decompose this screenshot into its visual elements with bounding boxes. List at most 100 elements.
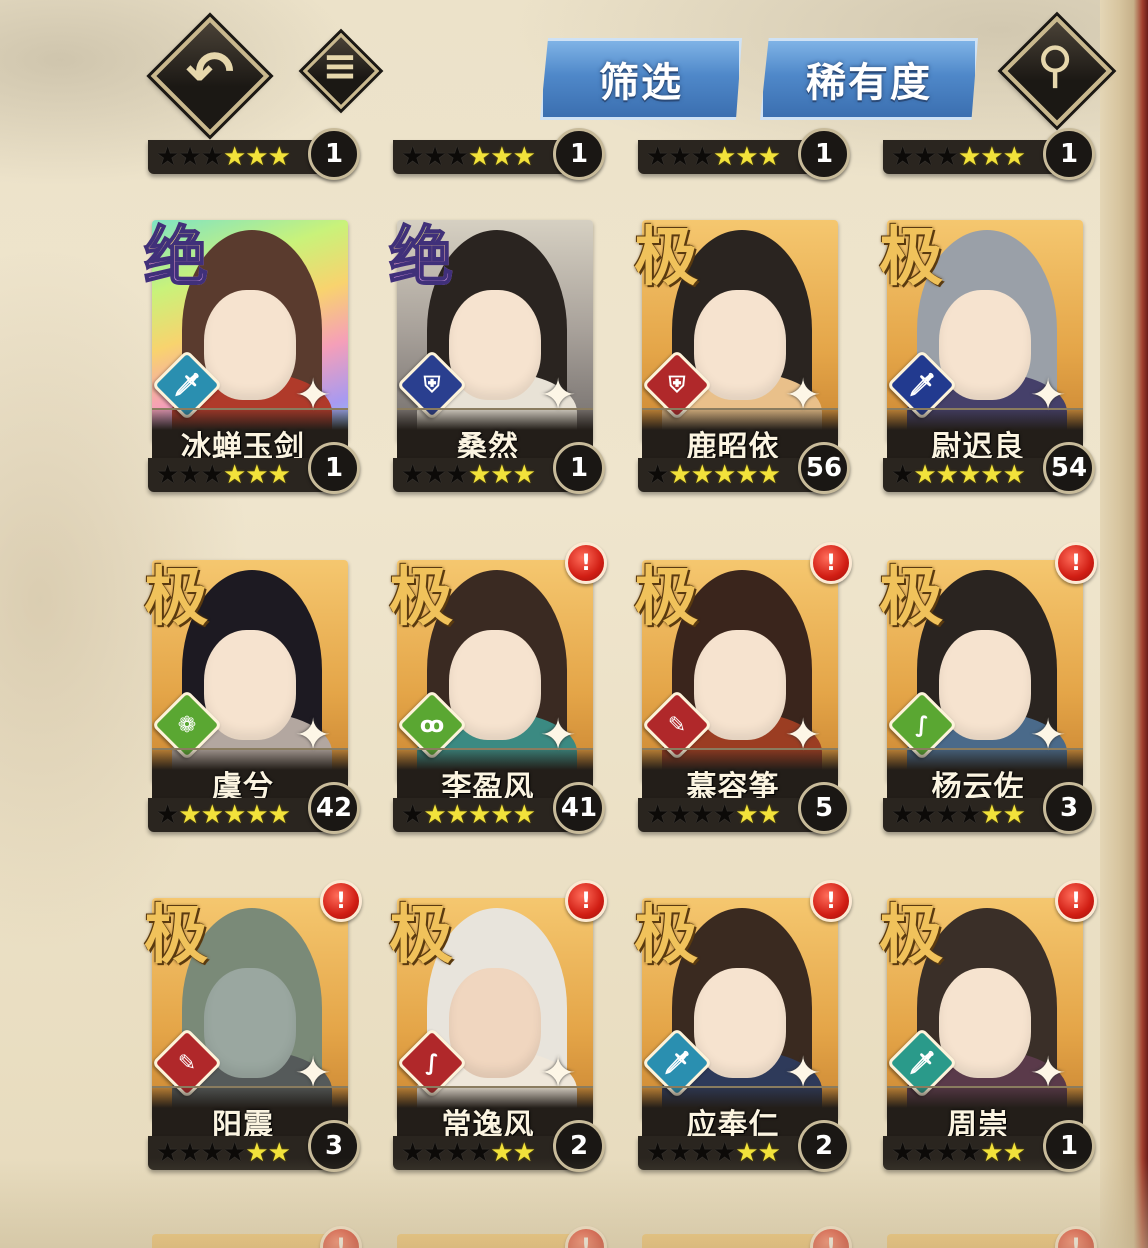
- class-glyph: 🗡: [663, 1050, 691, 1076]
- rarity-mark: 极: [879, 220, 943, 295]
- level-badge: 1: [308, 442, 360, 494]
- rarity-mark: 绝: [388, 206, 454, 298]
- level-badge: 3: [1043, 782, 1095, 834]
- star-icon: ★: [245, 142, 269, 172]
- rarity-mark: 极: [634, 898, 698, 973]
- star-icon: ★: [668, 800, 692, 830]
- hero-card[interactable]: ✦ 🗡 极周崇 ★ ★ ★ ★ ★ ★ 1!: [879, 880, 1097, 1190]
- class-glyph: ꝏ: [419, 712, 445, 738]
- star-icon: ★: [757, 142, 781, 172]
- star-icon: ★: [646, 800, 670, 830]
- hero-card-partial[interactable]: ★ ★ ★ ★ ★ ★ 1: [393, 128, 605, 200]
- star-icon: ★: [423, 460, 447, 490]
- hero-card[interactable]: ✦ 🗡 极应奉仁 ★ ★ ★ ★ ★ ★ 2!: [634, 880, 852, 1190]
- star-icon: ★: [891, 142, 915, 172]
- star-icon: ★: [668, 460, 692, 490]
- star-icon: ★: [712, 460, 737, 490]
- hero-star-rating: ★ ★ ★ ★ ★ ★: [638, 458, 824, 492]
- star-icon: ★: [222, 460, 247, 490]
- star-icon: ★: [891, 800, 915, 830]
- hero-card[interactable]: ✦ ꝏ 极李盈风 ★ ★ ★ ★ ★ ★ 41!: [389, 542, 607, 852]
- alert-icon: !: [1055, 542, 1097, 584]
- star-icon: ★: [178, 800, 202, 830]
- star-icon: ★: [980, 460, 1004, 490]
- star-icon: ★: [735, 800, 759, 830]
- hero-grid: ★ ★ ★ ★ ★ ★ 1 ★ ★ ★ ★ ★ ★ 1 ★ ★ ★ ★ ★ ★ 1 ★ ★ ★ ★ ★ ★ 1 ✦ 🗡 绝冰蝉玉剑 ★ ★ ★ ★ ★…: [0, 0, 1148, 1248]
- star-icon: ★: [245, 800, 269, 830]
- star-icon: ★: [935, 142, 959, 172]
- partial-star-rating: ★ ★ ★ ★ ★ ★: [883, 140, 1069, 174]
- star-icon: ★: [267, 142, 291, 172]
- level-badge: 1: [798, 128, 850, 180]
- class-glyph: ✎: [177, 1050, 197, 1076]
- star-icon: ★: [156, 800, 180, 830]
- hero-card[interactable]: ✦ ✎ 极阳震 ★ ★ ★ ★ ★ ★ 3!: [144, 880, 362, 1190]
- hero-card-partial[interactable]: ★ ★ ★ ★ ★ ★ 1: [638, 128, 850, 200]
- star-icon: ★: [980, 800, 1004, 830]
- star-icon: ★: [178, 460, 202, 490]
- star-icon: ★: [646, 142, 670, 172]
- level-badge: 54: [1043, 442, 1095, 494]
- alert-icon: !: [565, 542, 607, 584]
- star-icon: ★: [913, 142, 937, 172]
- partial-star-rating: ★ ★ ★ ★ ★ ★: [638, 140, 824, 174]
- star-icon: ★: [1002, 142, 1026, 172]
- star-icon: ★: [735, 142, 759, 172]
- star-icon: ★: [512, 460, 536, 490]
- star-icon: ★: [222, 142, 247, 172]
- star-icon: ★: [690, 800, 714, 830]
- level-badge: 1: [308, 128, 360, 180]
- hero-star-rating: ★ ★ ★ ★ ★ ★: [883, 798, 1069, 832]
- star-icon: ★: [445, 142, 469, 172]
- hero-star-rating: ★ ★ ★ ★ ★ ★: [883, 458, 1069, 492]
- alert-icon: !: [810, 542, 852, 584]
- star-icon: ★: [467, 142, 492, 172]
- star-icon: ★: [245, 460, 269, 490]
- star-icon: ★: [401, 460, 425, 490]
- star-icon: ★: [423, 142, 447, 172]
- rarity-mark: 极: [634, 220, 698, 295]
- star-icon: ★: [423, 800, 447, 830]
- alert-icon: !: [810, 880, 852, 922]
- hero-card[interactable]: ✦ ∫ 极杨云佐 ★ ★ ★ ★ ★ ★ 3!: [879, 542, 1097, 852]
- class-glyph: 🗡: [908, 372, 936, 398]
- star-icon: ★: [512, 800, 536, 830]
- level-badge: 1: [1043, 128, 1095, 180]
- hero-card[interactable]: ✦ ⛨ 绝桑然 ★ ★ ★ ★ ★ ★ 1: [388, 212, 605, 512]
- star-icon: ★: [467, 460, 492, 490]
- star-icon: ★: [178, 142, 202, 172]
- rarity-mark: 极: [144, 560, 208, 635]
- star-icon: ★: [200, 800, 224, 830]
- hero-card[interactable]: ✦ 🗡 极尉迟良 ★ ★ ★ ★ ★ ★ 54: [879, 212, 1095, 512]
- star-icon: ★: [712, 142, 737, 172]
- hero-card-partial[interactable]: ★ ★ ★ ★ ★ ★ 1: [883, 128, 1095, 200]
- hero-card[interactable]: ✦ 🗡 绝冰蝉玉剑 ★ ★ ★ ★ ★ ★ 1: [143, 212, 360, 512]
- class-glyph: ∫: [915, 712, 929, 738]
- hero-card[interactable]: ✦ ⛨ 极鹿昭依 ★ ★ ★ ★ ★ ★ 56: [634, 212, 850, 512]
- star-icon: ★: [690, 142, 714, 172]
- hero-card[interactable]: ✦ ❁ 极虞兮 ★ ★ ★ ★ ★ ★ 42: [144, 552, 360, 852]
- hero-card[interactable]: ✦ ✎ 极慕容筝 ★ ★ ★ ★ ★ ★ 5!: [634, 542, 852, 852]
- hero-star-rating: ★ ★ ★ ★ ★ ★: [393, 798, 579, 832]
- alert-icon: !: [320, 880, 362, 922]
- level-badge: 41: [553, 782, 605, 834]
- hero-star-rating: ★ ★ ★ ★ ★ ★: [638, 798, 824, 832]
- star-icon: ★: [156, 142, 180, 172]
- hero-card[interactable]: ✦ ∫ 极常逸风 ★ ★ ★ ★ ★ ★ 2!: [389, 880, 607, 1190]
- hero-star-rating: ★ ★ ★ ★ ★ ★: [148, 458, 334, 492]
- star-icon: ★: [512, 142, 536, 172]
- star-icon: ★: [957, 142, 982, 172]
- star-icon: ★: [957, 460, 982, 490]
- star-icon: ★: [490, 460, 514, 490]
- hero-card-partial[interactable]: ★ ★ ★ ★ ★ ★ 1: [148, 128, 360, 200]
- level-badge: 1: [553, 442, 605, 494]
- class-glyph: ∫: [425, 1050, 439, 1076]
- star-icon: ★: [891, 460, 915, 490]
- rarity-mark: 绝: [143, 206, 209, 298]
- bottom-fade: [0, 1158, 1148, 1248]
- star-icon: ★: [913, 800, 937, 830]
- class-glyph: 🗡: [173, 372, 201, 398]
- rarity-mark: 极: [389, 560, 453, 635]
- class-glyph: ✎: [667, 712, 687, 738]
- star-icon: ★: [712, 800, 737, 830]
